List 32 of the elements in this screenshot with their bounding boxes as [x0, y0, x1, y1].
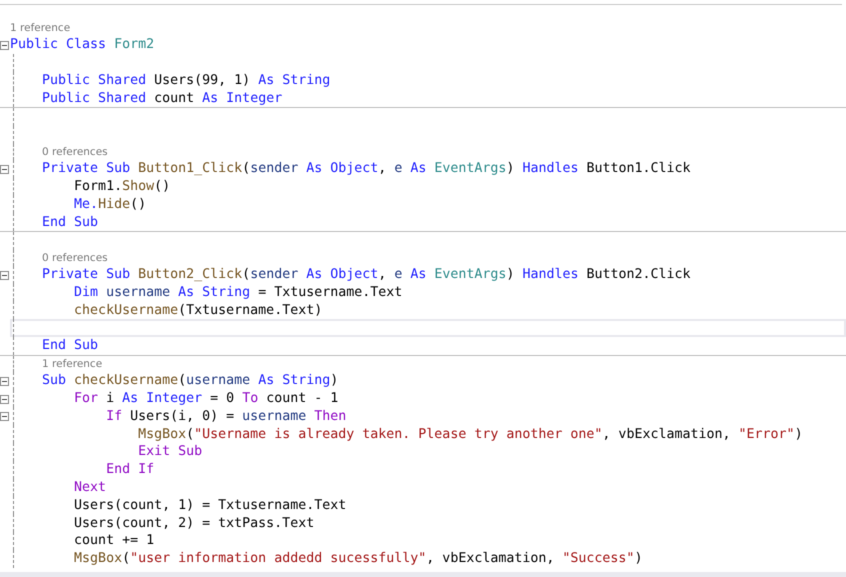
code-line: MsgBox("Username is already taken. Please try another one", vbExclamation, "Error"): [137, 426, 803, 443]
code-line: Private Sub Button1_Click(sender As Object, e As EventArgs) Handles Button1.Click: [41, 160, 691, 178]
collapse-icon[interactable]: [0, 164, 9, 174]
collapse-icon[interactable]: [0, 376, 9, 386]
code-line: Exit Sub: [137, 443, 202, 460]
code-line: MsgBox("user information addedd sucessfully", vbExclamation, "Success"): [73, 550, 642, 568]
code-line: Sub checkUsername(username As String): [41, 372, 338, 390]
code-line: Public Shared count As Integer: [41, 90, 282, 107]
code-line: Users(count, 2) = txtPass.Text: [73, 514, 314, 532]
reference-count-link[interactable]: 0 references: [42, 250, 108, 265]
code-line: If Users(i, 0) = username Then: [105, 408, 346, 425]
code-line: End Sub: [41, 214, 98, 231]
collapse-icon[interactable]: [0, 394, 9, 404]
code-line: Public Shared Users(99, 1) As String: [41, 72, 330, 89]
code-line: Next: [73, 478, 106, 496]
reference-count-link[interactable]: 1 reference: [42, 356, 102, 371]
code-line: For i As Integer = 0 To count - 1: [73, 390, 338, 407]
code-line: Dim username As String = Txtusername.Text: [73, 284, 402, 301]
collapse-icon[interactable]: [0, 412, 9, 422]
code-line: count += 1: [73, 532, 154, 550]
code-line: Form1.Show(): [73, 178, 170, 195]
code-line: Private Sub Button2_Click(sender As Object, e As EventArgs) Handles Button2.Click: [41, 266, 691, 284]
code-line: End Sub: [41, 337, 98, 354]
reference-count-link[interactable]: 1 reference: [10, 21, 70, 35]
code-line: Public Class Form2: [10, 36, 154, 54]
collapse-icon[interactable]: [0, 270, 9, 280]
code-line: End If: [105, 461, 154, 478]
reference-count-link[interactable]: 0 references: [42, 144, 108, 159]
collapse-icon[interactable]: [0, 41, 9, 50]
code-line: Me.Hide(): [73, 196, 146, 213]
code-line: checkUsername(Txtusername.Text): [73, 302, 322, 319]
code-line: Users(count, 1) = Txtusername.Text: [73, 496, 346, 514]
